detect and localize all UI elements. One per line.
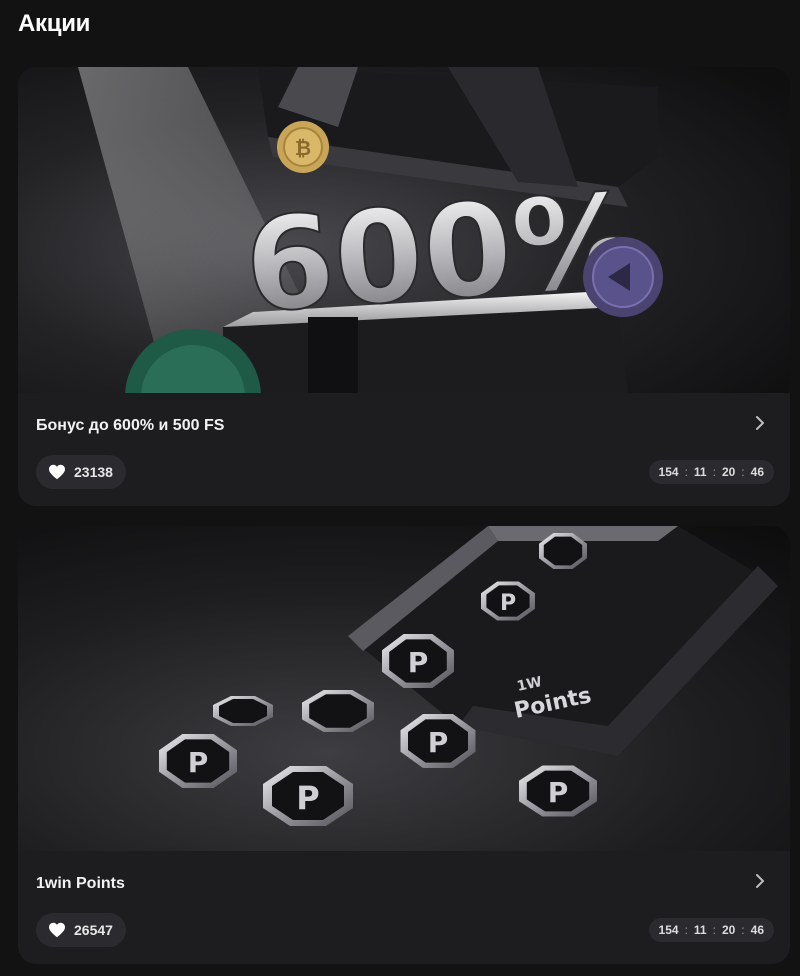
promo-title[interactable]: Бонус до 600% и 500 FS bbox=[36, 417, 224, 435]
page-title: Акции bbox=[18, 10, 91, 37]
promo-card-bonus[interactable]: 600% ₿ Бонус до 600% и 500 FS 23138 154 … bbox=[18, 67, 790, 506]
countdown-timer: 154 : 11 : 20 : 46 bbox=[648, 918, 774, 942]
coin-letter: P bbox=[296, 779, 319, 817]
svg-text:₿: ₿ bbox=[295, 136, 311, 160]
timer-separator: : bbox=[741, 923, 745, 937]
chevron-right-icon[interactable] bbox=[748, 869, 772, 893]
timer-separator: : bbox=[712, 465, 716, 479]
likes-count: 26547 bbox=[74, 922, 113, 938]
banner-headline: 600% bbox=[240, 166, 645, 342]
crypto-coin-icon bbox=[583, 237, 663, 317]
coin-letter: P bbox=[408, 646, 429, 679]
timer-seconds: 46 bbox=[750, 923, 764, 937]
like-button[interactable]: 23138 bbox=[36, 455, 126, 489]
timer-days: 154 bbox=[658, 923, 679, 937]
timer-separator: : bbox=[684, 923, 688, 937]
like-button[interactable]: 26547 bbox=[36, 913, 126, 947]
promo-title[interactable]: 1win Points bbox=[36, 875, 125, 893]
timer-minutes: 20 bbox=[721, 465, 736, 479]
bitcoin-coin-icon: ₿ bbox=[277, 121, 329, 173]
likes-count: 23138 bbox=[74, 464, 113, 480]
timer-days: 154 bbox=[658, 465, 679, 479]
timer-separator: : bbox=[712, 923, 716, 937]
heart-icon bbox=[48, 922, 66, 938]
coin-letter: P bbox=[428, 726, 449, 759]
timer-hours: 11 bbox=[693, 465, 707, 479]
timer-separator: : bbox=[684, 465, 688, 479]
timer-minutes: 20 bbox=[721, 923, 736, 937]
chevron-right-icon[interactable] bbox=[748, 411, 772, 435]
timer-seconds: 46 bbox=[750, 465, 764, 479]
timer-separator: : bbox=[741, 465, 745, 479]
coin-letter: P bbox=[500, 591, 516, 616]
promo-card-points[interactable]: 1W Points P P P P P P 1win Points 26547 … bbox=[18, 526, 790, 964]
heart-icon bbox=[48, 464, 66, 480]
promo-banner-bonus[interactable]: 600% ₿ bbox=[18, 67, 790, 393]
promo-banner-points[interactable]: 1W Points P P P P P P bbox=[18, 526, 790, 851]
countdown-timer: 154 : 11 : 20 : 46 bbox=[648, 460, 774, 484]
timer-hours: 11 bbox=[693, 923, 707, 937]
coin-letter: P bbox=[548, 776, 569, 809]
coin-letter: P bbox=[188, 746, 209, 779]
